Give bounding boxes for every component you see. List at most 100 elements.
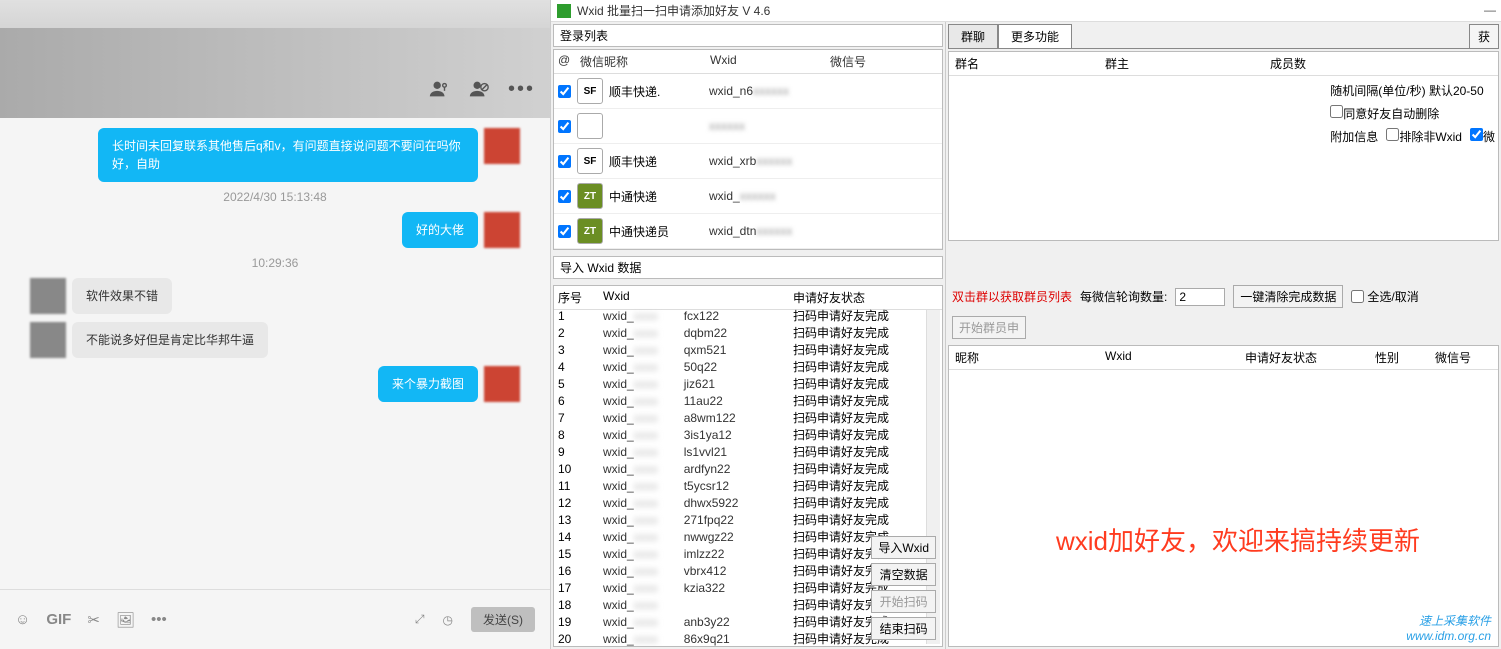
import-row[interactable]: 13 wxid_xxxx271fpq22 扫码申请好友完成 <box>554 512 942 529</box>
avatar-icon <box>577 113 603 139</box>
exclude-non-wxid-checkbox[interactable]: 排除非Wxid <box>1386 128 1462 145</box>
avatar <box>30 278 66 314</box>
col-wxid: Wxid <box>603 289 793 306</box>
row-no: 10 <box>558 462 603 477</box>
import-row[interactable]: 3 wxid_xxxxqxm521 扫码申请好友完成 <box>554 342 942 359</box>
avatar <box>484 212 520 248</box>
row-no: 18 <box>558 598 603 613</box>
import-wxid-button[interactable]: 导入Wxid <box>871 536 936 559</box>
more-input-icon[interactable]: ••• <box>151 611 167 629</box>
import-row[interactable]: 1 wxid_xxxxfcx122 扫码申请好友完成 <box>554 308 942 325</box>
col-member-count: 成员数 <box>1270 55 1492 72</box>
row-no: 8 <box>558 428 603 443</box>
row-wxid: wxid_xxxximlzz22 <box>603 547 793 562</box>
row-wxid: wxid_xxxxls1vvl21 <box>603 445 793 460</box>
row-status: 扫码申请好友完成 <box>793 377 938 392</box>
col-nick: 微信昵称 <box>580 53 710 70</box>
row-status: 扫码申请好友完成 <box>793 462 938 477</box>
expand-icon[interactable]: ⤢ <box>415 612 425 627</box>
import-row[interactable]: 7 wxid_xxxxa8wm122 扫码申请好友完成 <box>554 410 942 427</box>
import-row[interactable]: 5 wxid_xxxxjiz621 扫码申请好友完成 <box>554 376 942 393</box>
row-status: 扫码申请好友完成 <box>793 326 938 341</box>
chat-bubble: 不能说多好但是肯定比华邦牛逼 <box>72 322 268 358</box>
login-row[interactable]: ZT 中通快递员 wxid_dtnxxxxxx <box>554 214 942 249</box>
login-row[interactable]: xxxxxx <box>554 109 942 144</box>
wei-checkbox[interactable]: 微 <box>1470 128 1495 145</box>
row-wxid: wxid_xxxxanb3y22 <box>603 615 793 630</box>
import-row[interactable]: 8 wxid_xxxx3is1ya12 扫码申请好友完成 <box>554 427 942 444</box>
nickname: 中通快递 <box>609 188 709 205</box>
row-wxid: wxid_xxxxjiz621 <box>603 377 793 392</box>
image-icon[interactable]: 🖼 <box>116 611 135 629</box>
row-checkbox[interactable] <box>558 85 571 98</box>
import-row[interactable]: 12 wxid_xxxxdhwx5922 扫码申请好友完成 <box>554 495 942 512</box>
import-row[interactable]: 2 wxid_xxxxdqbm22 扫码申请好友完成 <box>554 325 942 342</box>
row-checkbox[interactable] <box>558 155 571 168</box>
row-status: 扫码申请好友完成 <box>793 445 938 460</box>
wxid-value: wxid_xxxxxx <box>709 189 829 203</box>
scissors-icon[interactable]: ✂ <box>87 611 100 629</box>
avatar-icon: ZT <box>577 183 603 209</box>
block-contact-icon[interactable] <box>468 78 490 100</box>
poll-input[interactable] <box>1175 288 1225 306</box>
row-checkbox[interactable] <box>558 225 571 238</box>
tab-more-functions[interactable]: 更多功能 <box>998 24 1072 49</box>
titlebar: Wxid 批量扫一扫申请添加好友 V 4.6 — <box>551 0 1501 22</box>
import-row[interactable]: 11 wxid_xxxxt5ycsr12 扫码申请好友完成 <box>554 478 942 495</box>
attach-info-label: 附加信息 <box>1330 128 1378 145</box>
row-no: 4 <box>558 360 603 375</box>
chat-bubble: 软件效果不错 <box>72 278 172 314</box>
gif-icon[interactable]: GIF <box>46 611 71 629</box>
row-status: 扫码申请好友完成 <box>793 343 938 358</box>
add-contact-icon[interactable] <box>428 78 450 100</box>
row-wxid: wxid_xxxxa8wm122 <box>603 411 793 426</box>
row-no: 16 <box>558 564 603 579</box>
row-no: 6 <box>558 394 603 409</box>
row-no: 1 <box>558 309 603 324</box>
avatar <box>30 322 66 358</box>
col-no: 序号 <box>558 289 603 306</box>
login-row[interactable]: ZT 中通快递 wxid_xxxxxx <box>554 179 942 214</box>
row-no: 12 <box>558 496 603 511</box>
minimize-icon[interactable]: — <box>1484 3 1496 17</box>
row-wxid: wxid_xxxxdqbm22 <box>603 326 793 341</box>
import-row[interactable]: 6 wxid_xxxx11au22 扫码申请好友完成 <box>554 393 942 410</box>
import-row[interactable]: 10 wxid_xxxxardfyn22 扫码申请好友完成 <box>554 461 942 478</box>
row-wxid: wxid_xxxx11au22 <box>603 394 793 409</box>
chat-bubble: 来个暴力截图 <box>378 366 478 402</box>
col-group-name: 群名 <box>955 55 1105 72</box>
tab-group-chat[interactable]: 群聊 <box>948 24 998 49</box>
row-wxid: wxid_xxxxfcx122 <box>603 309 793 324</box>
wxid-value: wxid_xrbxxxxxx <box>709 154 829 168</box>
row-checkbox[interactable] <box>558 120 571 133</box>
import-label: 导入 Wxid 数据 <box>553 256 943 279</box>
clear-done-button[interactable]: 一键清除完成数据 <box>1233 285 1343 308</box>
chat-header <box>0 0 550 28</box>
history-icon[interactable]: ◷ <box>443 613 453 627</box>
row-checkbox[interactable] <box>558 190 571 203</box>
import-row[interactable]: 4 wxid_xxxx50q22 扫码申请好友完成 <box>554 359 942 376</box>
login-row[interactable]: SF 顺丰快递 wxid_xrbxxxxxx <box>554 144 942 179</box>
start-group-apply-button[interactable]: 开始群员申 <box>952 316 1026 339</box>
clear-data-button[interactable]: 清空数据 <box>871 563 936 586</box>
avatar-icon: SF <box>577 78 603 104</box>
login-list-label: 登录列表 <box>553 24 943 47</box>
send-button[interactable]: 发送(S) <box>471 607 535 632</box>
emoji-icon[interactable]: ☺ <box>15 611 30 629</box>
select-all-checkbox[interactable]: 全选/取消 <box>1351 288 1418 305</box>
tab-right-button[interactable]: 获 <box>1469 24 1499 49</box>
auto-delete-checkbox[interactable]: 同意好友自动删除 <box>1330 105 1439 122</box>
more-icon[interactable]: ••• <box>508 78 530 100</box>
row-no: 7 <box>558 411 603 426</box>
login-row[interactable]: SF 顺丰快递. wxid_n6xxxxxx <box>554 74 942 109</box>
row-wxid: wxid_xxxx86x9q21 <box>603 632 793 646</box>
start-scan-button[interactable]: 开始扫码 <box>871 590 936 613</box>
col-wxid: Wxid <box>710 53 830 70</box>
login-table: @ 微信昵称 Wxid 微信号 SF 顺丰快递. wxid_n6xxxxxx x… <box>553 49 943 250</box>
end-scan-button[interactable]: 结束扫码 <box>871 617 936 640</box>
avatar <box>484 366 520 402</box>
row-status: 扫码申请好友完成 <box>793 411 938 426</box>
row-status: 扫码申请好友完成 <box>793 394 938 409</box>
wxid-value: xxxxxx <box>709 119 829 133</box>
import-row[interactable]: 9 wxid_xxxxls1vvl21 扫码申请好友完成 <box>554 444 942 461</box>
